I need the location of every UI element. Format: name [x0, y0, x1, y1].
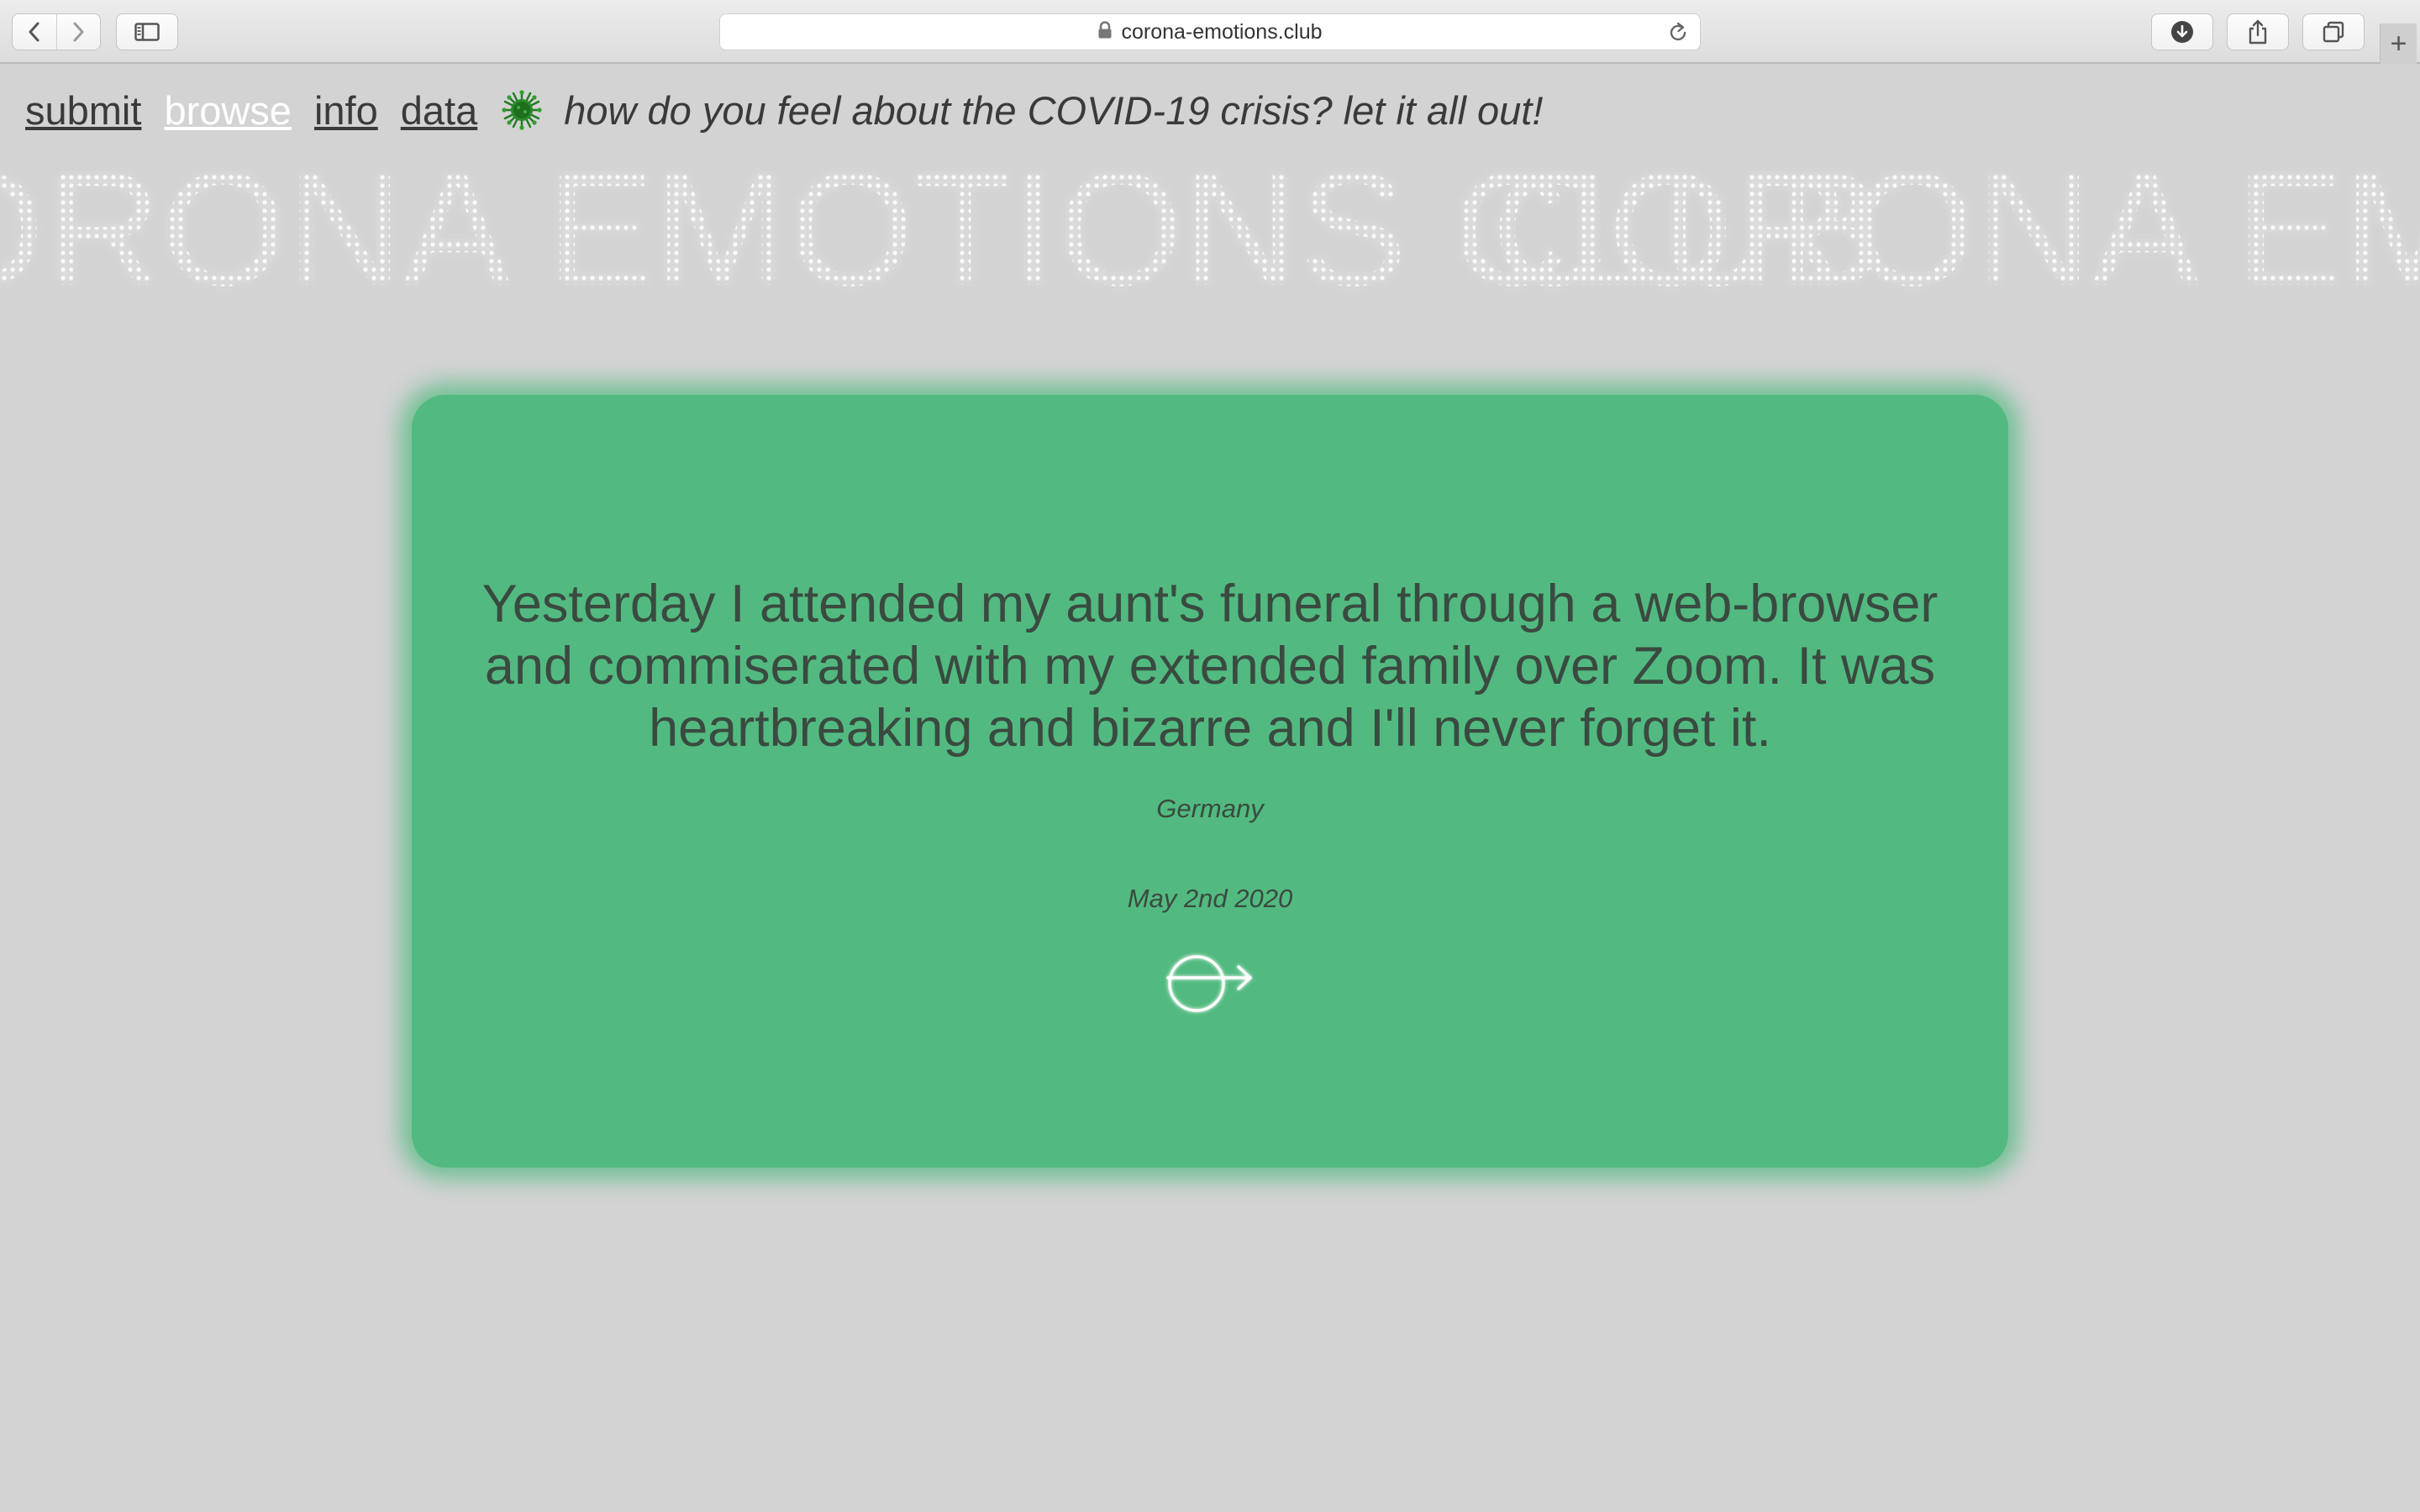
history-nav [12, 13, 101, 50]
emotion-date: May 2nd 2020 [1127, 884, 1293, 913]
nav-link-submit[interactable]: submit [25, 91, 141, 130]
nav-link-data[interactable]: data [401, 91, 477, 130]
address-bar[interactable]: corona-emotions.club [719, 13, 1701, 50]
emotion-message: Yesterday I attended my aunt's funeral t… [481, 575, 1939, 758]
share-button[interactable] [2227, 13, 2289, 50]
sidebar-icon [134, 23, 160, 41]
share-icon [2249, 19, 2267, 45]
sidebar-button[interactable] [116, 13, 178, 50]
virus-icon [502, 90, 542, 130]
nav-link-browse[interactable]: browse [164, 91, 292, 130]
reload-icon[interactable] [1668, 22, 1688, 48]
emotion-country: Germany [1156, 794, 1264, 823]
back-button[interactable] [13, 14, 56, 50]
url-text: corona-emotions.club [1121, 19, 1323, 44]
site-nav: submit browse info data how do you feel … [25, 81, 1543, 139]
marquee-text-2: CORONA EMOTIONS CLUB [1491, 148, 2420, 316]
next-emotion-button[interactable] [1165, 942, 1259, 1018]
tagline: how do you feel about the COVID-19 crisi… [564, 87, 1544, 133]
emotion-card: Yesterday I attended my aunt's funeral t… [412, 395, 2008, 1168]
plus-icon: + [2390, 28, 2407, 60]
marquee-svg: CORONA EMOTIONS CLUB CORONA EMOTIONS CLU… [0, 148, 2420, 316]
download-icon [2171, 21, 2193, 43]
new-tab-button[interactable]: + [2380, 24, 2417, 64]
marquee-banner: CORONA EMOTIONS CLUB CORONA EMOTIONS CLU… [0, 148, 2420, 316]
lock-icon [1097, 20, 1113, 44]
tab-overview-button[interactable] [2302, 13, 2365, 50]
forward-button[interactable] [55, 14, 100, 50]
tabs-icon [2323, 21, 2344, 43]
chevron-left-icon [29, 22, 39, 42]
nav-link-info[interactable]: info [314, 91, 378, 130]
browser-toolbar: corona-emotions.club [0, 0, 2420, 64]
downloads-button[interactable] [2151, 13, 2213, 50]
chevron-right-icon [73, 22, 84, 42]
circle-arrow-icon [1166, 955, 1252, 1012]
